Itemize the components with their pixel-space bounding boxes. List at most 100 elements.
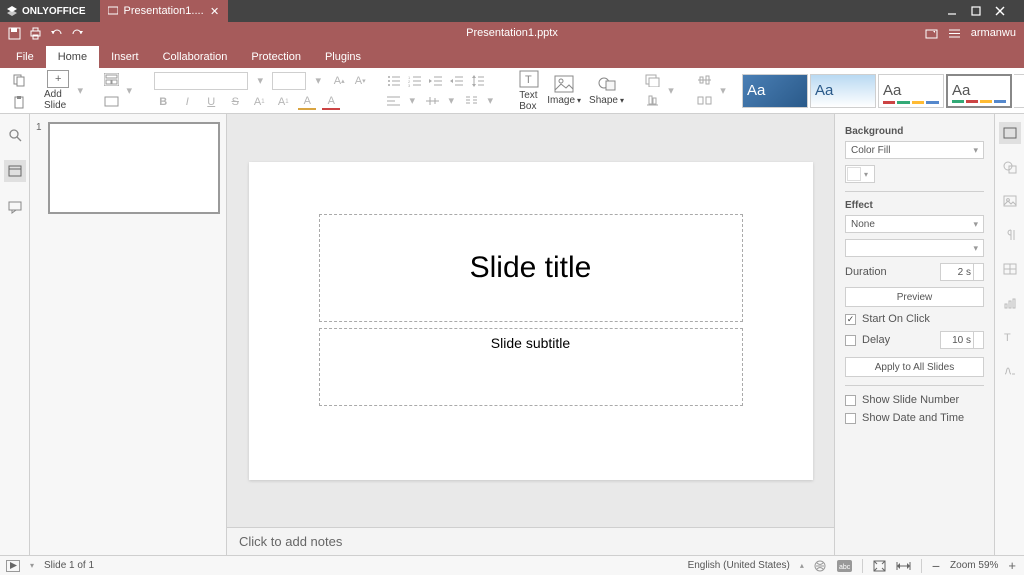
distribute-button[interactable] — [696, 93, 714, 109]
document-tab[interactable]: Presentation1.... ✕ — [100, 0, 228, 22]
theme-2[interactable]: Aa — [810, 74, 876, 108]
increase-font-icon[interactable]: A▴ — [330, 73, 348, 89]
theme-4[interactable]: Aa — [946, 74, 1012, 108]
slide-layout-icon[interactable] — [102, 71, 120, 89]
theme-3[interactable]: Aa — [878, 74, 944, 108]
font-size-input[interactable] — [272, 72, 306, 90]
layout-dropdown[interactable]: ▾ — [120, 83, 138, 99]
notes-area[interactable]: Click to add notes — [227, 527, 834, 555]
valign-dropdown[interactable]: ▾ — [442, 93, 460, 109]
open-location-icon[interactable] — [925, 27, 938, 40]
tab-plugins[interactable]: Plugins — [313, 46, 373, 68]
textart-settings-tab[interactable]: T — [999, 326, 1021, 348]
table-settings-tab[interactable] — [999, 258, 1021, 280]
tab-collaboration[interactable]: Collaboration — [151, 46, 240, 68]
slideshow-dropdown[interactable]: ▾ — [30, 561, 34, 570]
effect-subtype-dropdown[interactable]: ▾ — [845, 239, 984, 257]
image-button[interactable]: Image▾ — [543, 75, 585, 106]
line-spacing-button[interactable] — [469, 73, 487, 89]
numbering-button[interactable]: 123 — [406, 73, 424, 89]
bullets-button[interactable] — [385, 73, 403, 89]
username[interactable]: armanwu — [971, 27, 1016, 39]
redo-icon[interactable] — [71, 27, 84, 40]
font-size-dropdown[interactable]: ▾ — [309, 73, 327, 89]
duration-input[interactable]: 2 s — [940, 263, 984, 281]
align-left-button[interactable] — [385, 93, 403, 109]
strike-button[interactable]: S — [226, 94, 244, 110]
textbox-button[interactable]: T Text Box — [515, 70, 543, 112]
columns-dropdown[interactable]: ▾ — [481, 93, 499, 109]
arrange-dropdown[interactable]: ▾ — [662, 83, 680, 99]
undo-icon[interactable] — [50, 27, 63, 40]
spell-button[interactable]: abc — [837, 560, 852, 572]
align-shape-dropdown[interactable]: ▾ — [714, 83, 732, 99]
paragraph-settings-tab[interactable] — [999, 224, 1021, 246]
superscript-button[interactable]: A1 — [250, 94, 268, 110]
close-window-button[interactable] — [994, 5, 1018, 17]
preview-button[interactable]: Preview — [845, 287, 984, 307]
close-tab-icon[interactable]: ✕ — [210, 6, 220, 16]
slide-canvas[interactable]: Slide title Slide subtitle — [227, 114, 834, 527]
align-shape-button[interactable] — [696, 73, 714, 89]
theme-5[interactable] — [1014, 74, 1024, 108]
zoom-in-button[interactable]: + — [1008, 558, 1016, 573]
fit-slide-button[interactable] — [873, 560, 886, 572]
fit-width-button[interactable] — [896, 560, 911, 572]
signature-settings-tab[interactable] — [999, 360, 1021, 382]
find-button[interactable] — [4, 124, 26, 146]
slide-thumbnail[interactable] — [48, 122, 220, 214]
spellcheck-icon[interactable] — [814, 560, 827, 572]
zoom-label[interactable]: Zoom 59% — [950, 560, 998, 571]
delay-input[interactable]: 10 s — [940, 331, 984, 349]
copy-icon[interactable] — [10, 71, 28, 89]
theme-1[interactable]: Aa — [742, 74, 808, 108]
add-slide-button[interactable]: + Add Slide — [44, 70, 72, 111]
slide[interactable]: Slide title Slide subtitle — [249, 162, 813, 480]
show-slide-number-checkbox[interactable] — [845, 395, 856, 406]
menu-icon[interactable] — [948, 27, 961, 40]
shape-settings-tab[interactable] — [999, 156, 1021, 178]
tab-protection[interactable]: Protection — [239, 46, 313, 68]
underline-button[interactable]: U — [202, 94, 220, 110]
tab-insert[interactable]: Insert — [99, 46, 151, 68]
print-icon[interactable] — [29, 27, 42, 40]
font-color-button[interactable]: A — [322, 94, 340, 110]
comments-button[interactable] — [4, 196, 26, 218]
background-type-dropdown[interactable]: Color Fill▾ — [845, 141, 984, 159]
decrease-indent-button[interactable] — [427, 73, 445, 89]
language-label[interactable]: English (United States) — [688, 560, 790, 571]
shape-button[interactable]: Shape▾ — [585, 75, 628, 106]
increase-indent-button[interactable] — [448, 73, 466, 89]
minimize-button[interactable] — [946, 5, 970, 17]
columns-button[interactable] — [463, 93, 481, 109]
slides-view-button[interactable] — [4, 160, 26, 182]
subscript-button[interactable]: A1 — [274, 94, 292, 110]
highlight-button[interactable]: A — [298, 94, 316, 110]
save-icon[interactable] — [8, 27, 21, 40]
vertical-scrollbar[interactable] — [822, 114, 834, 527]
delay-checkbox[interactable] — [845, 335, 856, 346]
font-family-dropdown[interactable]: ▾ — [251, 73, 269, 89]
align-dropdown[interactable]: ▾ — [403, 93, 421, 109]
add-slide-dropdown[interactable]: ▾ — [74, 83, 86, 99]
paste-icon[interactable] — [10, 93, 28, 111]
slide-settings-tab[interactable] — [999, 122, 1021, 144]
shape-fill-button[interactable] — [644, 73, 662, 89]
title-placeholder[interactable]: Slide title — [319, 214, 743, 322]
font-family-input[interactable] — [154, 72, 248, 90]
decrease-font-icon[interactable]: A▾ — [351, 73, 369, 89]
start-slideshow-button[interactable] — [6, 560, 20, 572]
start-on-click-checkbox[interactable] — [845, 314, 856, 325]
subtitle-placeholder[interactable]: Slide subtitle — [319, 328, 743, 406]
image-settings-tab[interactable] — [999, 190, 1021, 212]
background-color-dropdown[interactable]: ▾ — [845, 165, 875, 183]
tab-home[interactable]: Home — [46, 46, 99, 68]
show-date-checkbox[interactable] — [845, 413, 856, 424]
apply-all-button[interactable]: Apply to All Slides — [845, 357, 984, 377]
effect-dropdown[interactable]: None▾ — [845, 215, 984, 233]
valign-button[interactable] — [424, 93, 442, 109]
bold-button[interactable]: B — [154, 94, 172, 110]
chart-settings-tab[interactable] — [999, 292, 1021, 314]
slide-size-icon[interactable] — [102, 93, 120, 111]
zoom-out-button[interactable]: − — [932, 558, 940, 574]
